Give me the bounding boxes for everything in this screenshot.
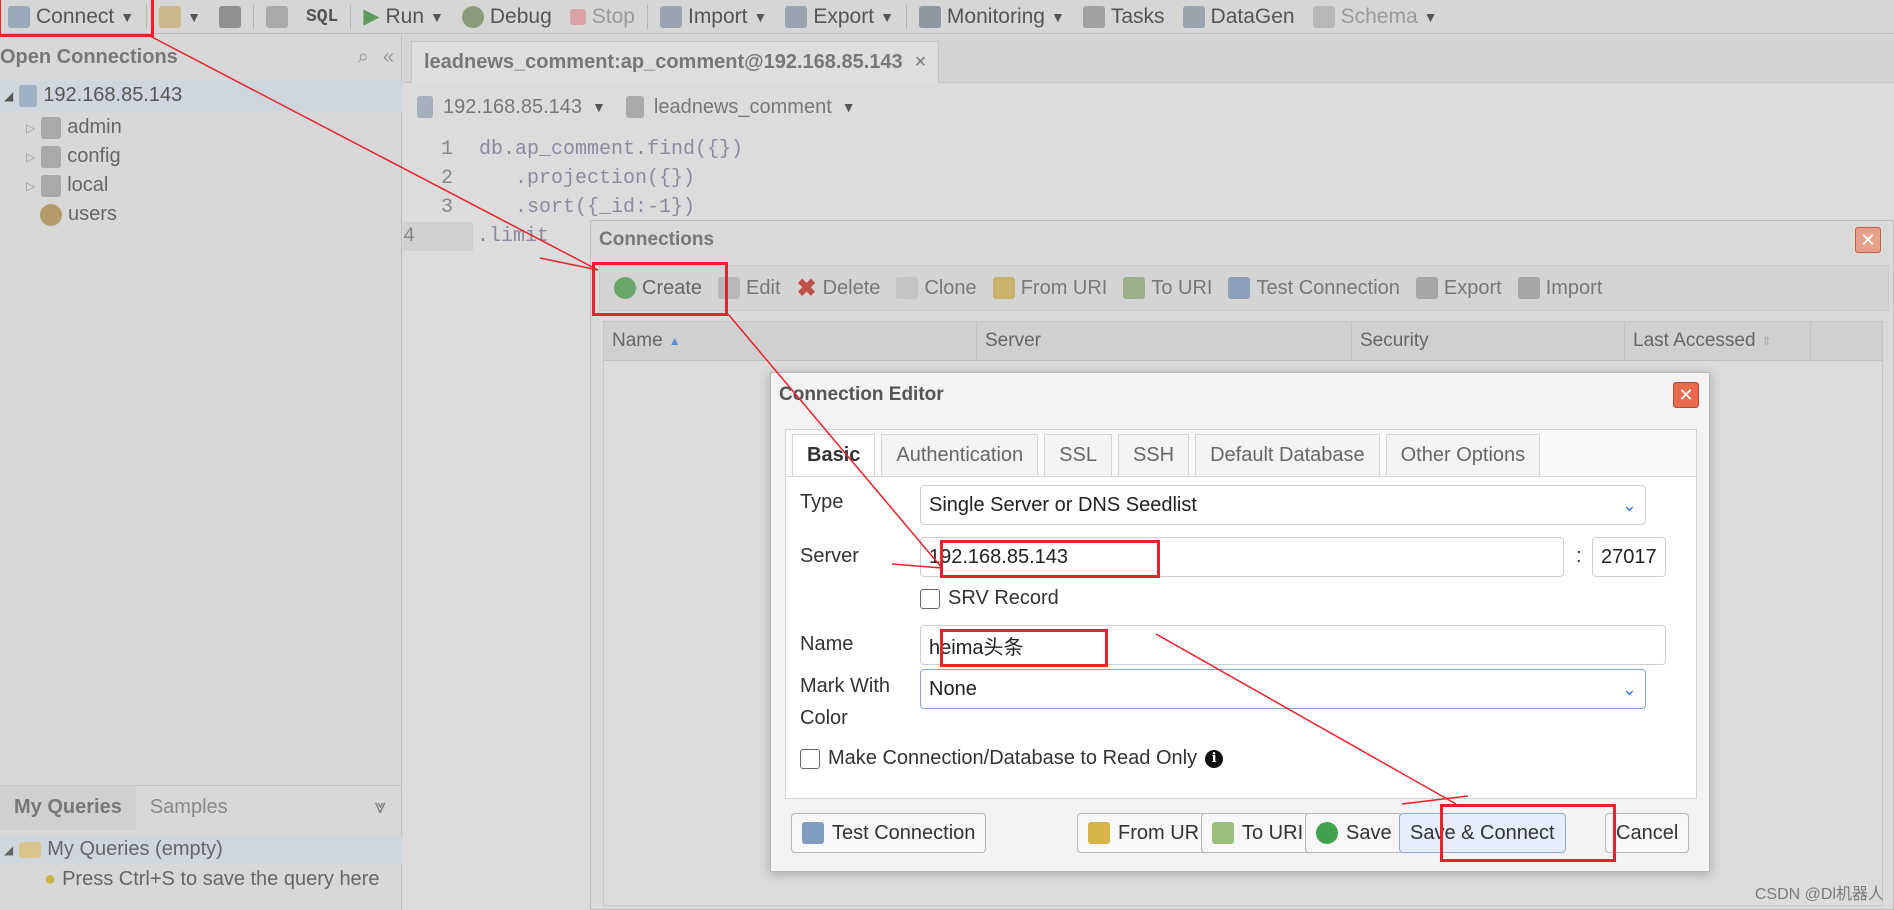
- annotation-line: [1155, 633, 1457, 805]
- watermark: CSDN @Dl机器人: [1754, 886, 1884, 903]
- annotation-line: [539, 257, 599, 271]
- annotation-arrows: [149, 35, 1469, 805]
- annotation-line: [727, 313, 943, 569]
- annotation-line: [1401, 795, 1469, 805]
- annotation-line: [891, 563, 943, 569]
- annotation-line: [149, 35, 599, 271]
